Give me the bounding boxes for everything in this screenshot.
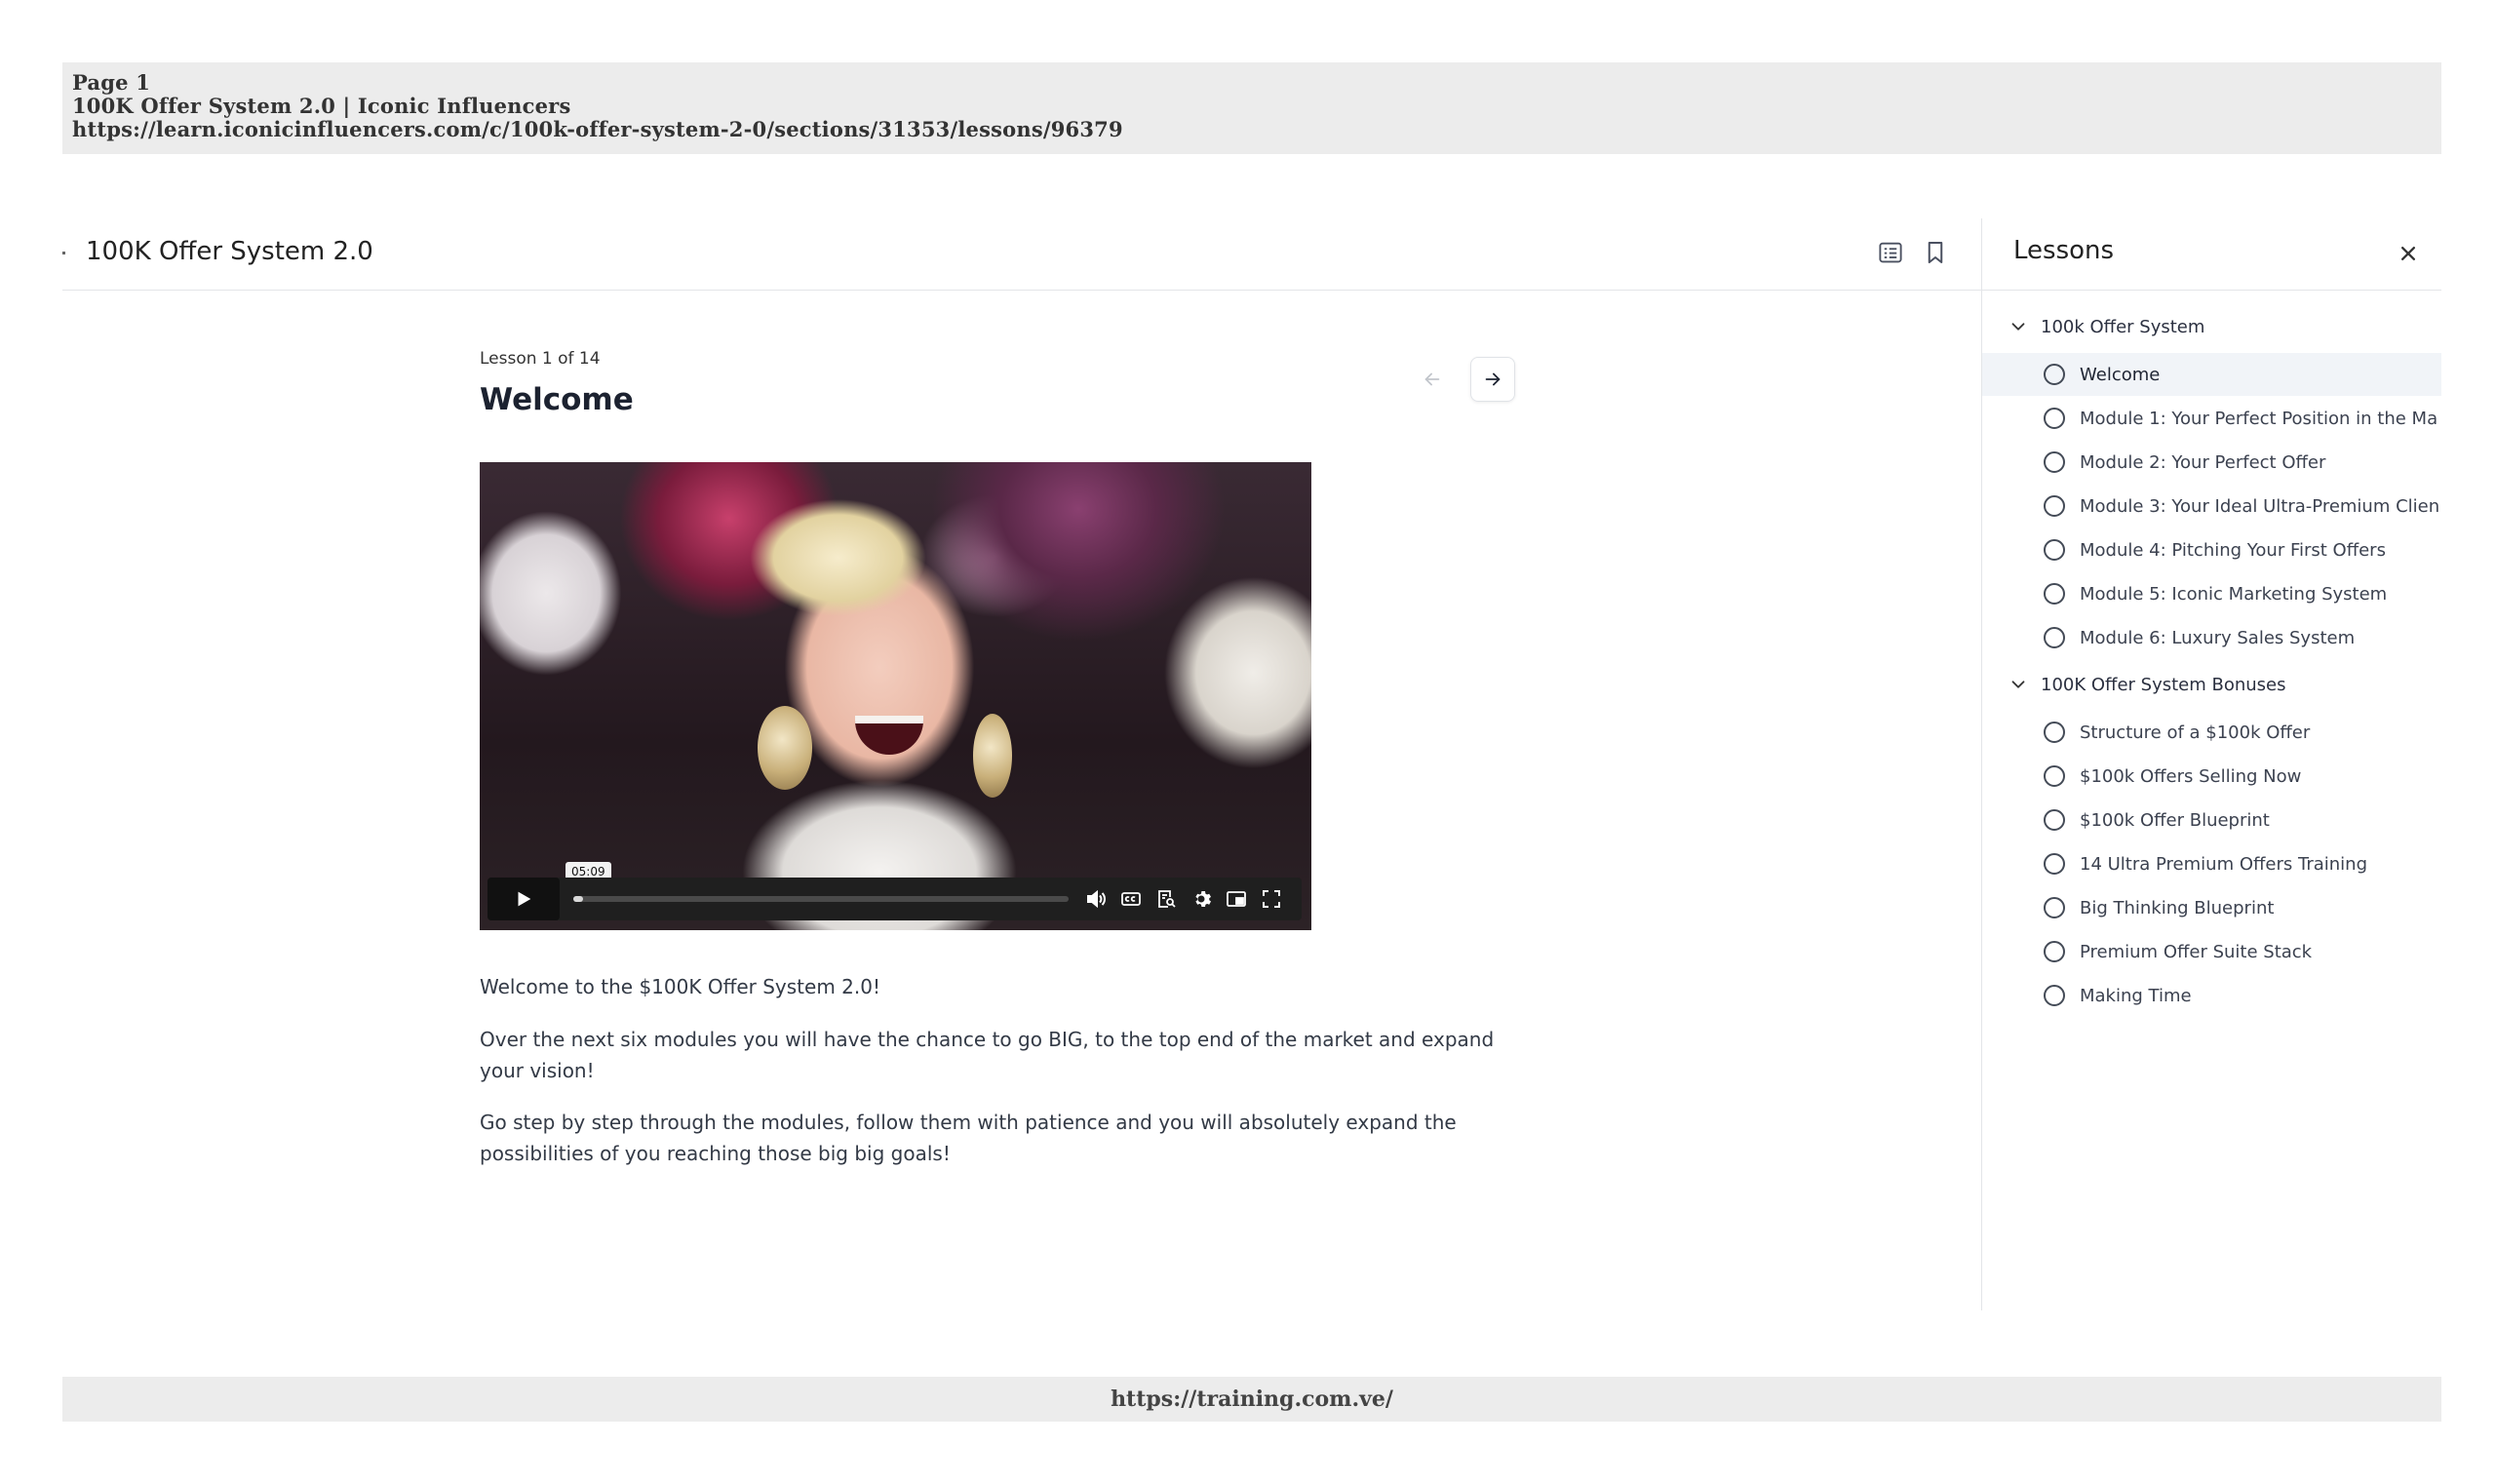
chevron-down-icon [2008,674,2029,695]
lessons-sidebar: Lessons 100k Offer System Welcome Module… [1981,218,2441,1310]
print-page-number: Page 1 [72,70,151,95]
lesson-label: Premium Offer Suite Stack [2080,941,2313,962]
captions-icon [1121,892,1141,906]
lesson-label: Module 2: Your Perfect Offer [2080,451,2326,473]
lesson-item-bonus[interactable]: Premium Offer Suite Stack [1982,930,2441,973]
video-progress-fill [573,896,584,902]
incomplete-circle-icon [2044,941,2065,962]
lesson-label: 14 Ultra Premium Offers Training [2080,853,2367,875]
incomplete-circle-icon [2044,809,2065,831]
print-footer: https://training.com.ve/ [62,1377,2441,1422]
print-header: Page 1 100K Offer System 2.0 | Iconic In… [62,62,2441,154]
next-lesson-button[interactable] [1470,357,1515,402]
lesson-video[interactable]: 05:09 [480,462,1311,930]
lesson-item-module-4[interactable]: Module 4: Pitching Your First Offers [1982,528,2441,571]
fullscreen-icon [1263,890,1280,908]
lesson-paragraph: Go step by step through the modules, fol… [480,1111,1457,1165]
close-sidebar-button[interactable] [2395,240,2422,267]
lesson-item-bonus[interactable]: Making Time [1982,974,2441,1017]
lesson-label: $100k Offer Blueprint [2080,809,2270,831]
incomplete-circle-icon [2044,451,2065,473]
play-button[interactable] [488,878,560,920]
section-label: 100K Offer System Bonuses [2041,674,2286,695]
picture-in-picture-button[interactable] [1219,878,1254,920]
lesson-item-bonus[interactable]: 14 Ultra Premium Offers Training [1982,842,2441,885]
incomplete-circle-icon [2044,495,2065,517]
lesson-label: Module 6: Luxury Sales System [2080,627,2356,648]
sidebar-header: Lessons [1982,218,2441,291]
section-label: 100k Offer System [2041,316,2205,337]
lesson-item-module-3[interactable]: Module 3: Your Ideal Ultra-Premium Clien [1982,485,2441,527]
lesson-item-module-6[interactable]: Module 6: Luxury Sales System [1982,616,2441,659]
lesson-label: Module 1: Your Perfect Position in the M… [2080,408,2438,429]
incomplete-circle-icon [2044,897,2065,918]
sidebar-title: Lessons [2013,236,2115,265]
captions-button[interactable] [1113,878,1149,920]
bookmark-icon[interactable] [1921,238,1950,267]
incomplete-circle-icon [2044,583,2065,605]
lesson-item-module-1[interactable]: Module 1: Your Perfect Position in the M… [1982,397,2441,440]
picture-in-picture-icon [1227,891,1246,907]
lesson-item-module-2[interactable]: Module 2: Your Perfect Offer [1982,441,2441,484]
lesson-label: Module 5: Iconic Marketing System [2080,583,2388,605]
lesson-label: Module 4: Pitching Your First Offers [2080,539,2386,561]
video-progress-bar[interactable] [573,896,1069,902]
course-topbar: 100K Offer System 2.0 [62,218,1981,291]
lesson-item-bonus[interactable]: $100k Offer Blueprint [1982,799,2441,841]
lesson-item-bonus[interactable]: Structure of a $100k Offer [1982,711,2441,754]
course-title: 100K Offer System 2.0 [86,237,373,266]
transcript-search-icon [1158,890,1176,908]
lesson-label: $100k Offers Selling Now [2080,765,2302,787]
previous-lesson-button[interactable] [1410,357,1455,402]
lesson-item-bonus[interactable]: $100k Offers Selling Now [1982,755,2441,798]
chevron-down-icon [2008,316,2029,337]
lesson-paragraph: Over the next six modules you will have … [480,1028,1495,1082]
incomplete-circle-icon [2044,985,2065,1006]
sidebar-toggle-mark[interactable] [62,252,65,254]
video-presenter-hair [728,472,972,628]
lesson-item-module-5[interactable]: Module 5: Iconic Marketing System [1982,572,2441,615]
lesson-label: Making Time [2080,985,2192,1006]
play-icon [518,891,531,907]
incomplete-circle-icon [2044,539,2065,561]
lesson-label: Module 3: Your Ideal Ultra-Premium Clien [2080,495,2440,517]
lesson-label: Structure of a $100k Offer [2080,722,2311,743]
print-page-title: 100K Offer System 2.0 | Iconic Influence… [72,94,571,118]
gear-icon [1195,891,1211,907]
lesson-paragraph: Welcome to the $100K Offer System 2.0! [480,975,880,998]
section-100k-offer-system-bonuses[interactable]: 100K Offer System Bonuses [1982,665,2441,704]
arrow-left-icon [1424,372,1440,386]
lesson-label: Welcome [2080,364,2161,385]
arrow-right-icon [1485,372,1501,386]
lesson-title: Welcome [480,382,634,417]
incomplete-circle-icon [2044,364,2065,385]
fullscreen-button[interactable] [1254,878,1289,920]
print-page-url: https://learn.iconicinfluencers.com/c/10… [72,117,1123,141]
incomplete-circle-icon [2044,722,2065,743]
incomplete-circle-icon [2044,853,2065,875]
section-100k-offer-system[interactable]: 100k Offer System [1982,307,2441,346]
video-controls [488,878,1302,920]
lesson-item-bonus[interactable]: Big Thinking Blueprint [1982,886,2441,929]
volume-button[interactable] [1078,878,1113,920]
lesson-item-welcome[interactable]: Welcome [1982,353,2441,396]
settings-button[interactable] [1184,878,1219,920]
lesson-label: Big Thinking Blueprint [2080,897,2275,918]
close-icon [2401,247,2415,260]
video-earring-right [973,714,1012,798]
lesson-counter: Lesson 1 of 14 [480,349,601,369]
incomplete-circle-icon [2044,408,2065,429]
video-earring-left [758,706,812,790]
volume-icon [1087,889,1106,909]
notes-icon[interactable] [1876,238,1905,267]
incomplete-circle-icon [2044,765,2065,787]
transcript-search-button[interactable] [1149,878,1184,920]
incomplete-circle-icon [2044,627,2065,648]
